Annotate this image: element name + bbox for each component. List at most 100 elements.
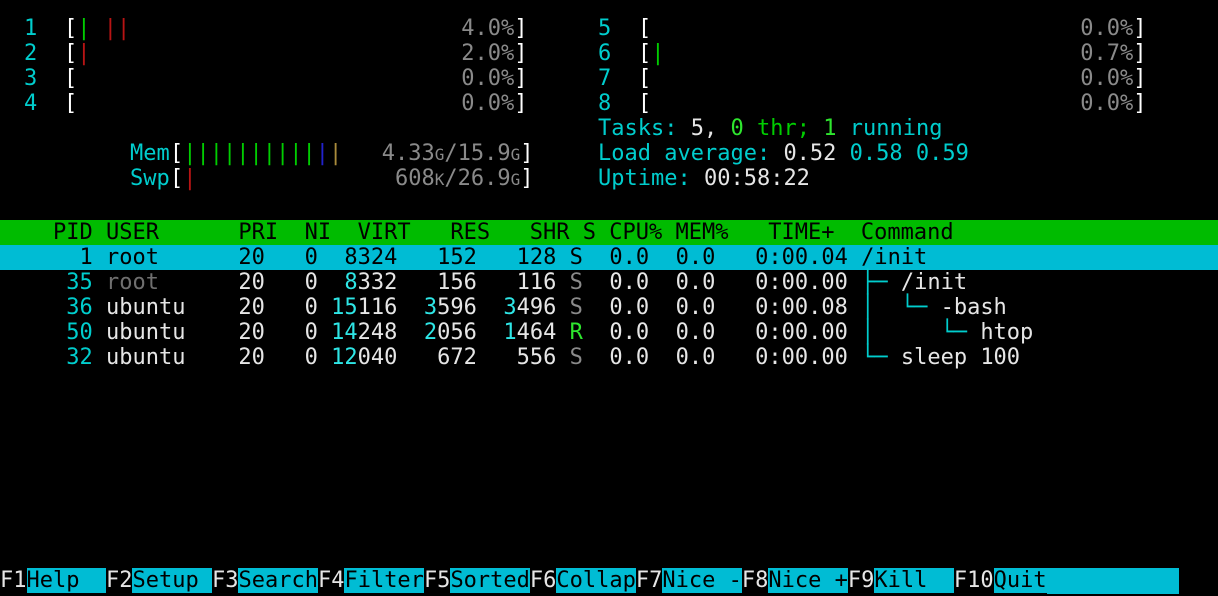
cell-tree-prefix: ├─ xyxy=(861,270,901,295)
table-row[interactable]: 1 root 20 0 8324 152 128 S 0.0 0.0 0:00.… xyxy=(0,245,1218,270)
value-low: 248 xyxy=(357,320,398,345)
cpu-meter-value: 0.0% xyxy=(1080,91,1134,116)
cpu-meter-bar: 0.0% xyxy=(651,66,1133,91)
cell-virt: 8332 xyxy=(331,270,397,295)
function-key-f10[interactable]: F10 xyxy=(953,568,994,593)
cell-pri: 20 xyxy=(225,320,265,345)
value-low: 596 xyxy=(437,295,477,320)
cpu-meter-row-2[interactable]: 2 [| 2.0%] xyxy=(24,41,584,66)
cpu-meter-label: 6 xyxy=(598,41,612,66)
cell-pri: 20 xyxy=(225,345,265,370)
cell-tree-prefix: └─ xyxy=(861,345,901,370)
swap-bar-fill: | xyxy=(183,166,196,191)
load-average-15min: 0.59 xyxy=(915,141,969,166)
cpu-meter-bar: | || 4.0% xyxy=(77,16,514,41)
cpu-meter-row-5[interactable]: 5 [0.0%] xyxy=(598,16,1198,41)
function-key-f1[interactable]: F1 xyxy=(0,568,27,593)
function-label-f5[interactable]: Sorted xyxy=(450,568,530,593)
cpu-meter-value: 2.0% xyxy=(461,41,515,66)
function-label-f3[interactable]: Search xyxy=(238,568,318,593)
function-key-f4[interactable]: F4 xyxy=(317,568,345,593)
cell-shr: 1464 xyxy=(490,320,556,345)
function-key-f9[interactable]: F9 xyxy=(847,568,875,593)
swap-meter-row[interactable]: Swp[| 608K/26.9G] xyxy=(24,141,584,191)
cpu-meter-row-8[interactable]: 8 [0.0%] xyxy=(598,91,1198,116)
cell-state: S xyxy=(569,270,583,295)
bracket-open-icon: [ xyxy=(169,166,184,191)
load-average-5min: 0.58 xyxy=(849,141,903,166)
function-key-f6[interactable]: F6 xyxy=(529,568,557,593)
value-high: 2 xyxy=(423,320,438,345)
cpu-meter-bar: 0.0% xyxy=(651,16,1133,41)
table-row[interactable]: 32 ubuntu 20 0 12040 672 556 S 0.0 0.0 0… xyxy=(0,345,1218,370)
cell-ni: 0 xyxy=(264,245,318,270)
function-key-f8[interactable]: F8 xyxy=(741,568,769,593)
value-high: 14 xyxy=(331,320,358,345)
cell-pid: 36 xyxy=(0,295,93,320)
function-label-f10[interactable]: Quit xyxy=(993,568,1047,593)
value-high: 12 xyxy=(331,345,358,370)
load-average-row: Load average: 0.52 0.58 0.59 xyxy=(598,141,1198,166)
cell-cpu: 0.0 xyxy=(582,320,650,345)
cpu-meter-label: 3 xyxy=(24,66,38,91)
cpu-meter-value: 0.0% xyxy=(1080,66,1134,91)
cell-command: htop xyxy=(980,320,1034,345)
cpu-meter-value: 4.0% xyxy=(461,16,515,41)
cpu-meter-row-6[interactable]: 6 [| 0.7%] xyxy=(598,41,1198,66)
cpu-bar-fill: | xyxy=(651,41,664,66)
table-row[interactable]: 36 ubuntu 20 0 15116 3596 3496 S 0.0 0.0… xyxy=(0,295,1218,320)
cell-mem: 0.0 xyxy=(649,245,716,270)
threads-word: thr; xyxy=(756,116,810,141)
bracket-close-icon: ] xyxy=(514,16,528,41)
cell-cpu: 0.0 xyxy=(582,245,650,270)
value-low: 040 xyxy=(357,345,398,370)
cpu-meter-row-4[interactable]: 4 [0.0%] xyxy=(24,91,584,116)
function-label-f6[interactable]: Collap xyxy=(556,568,636,593)
cell-time: 0:00.00 xyxy=(715,345,848,370)
function-label-f8[interactable]: Nice + xyxy=(768,568,848,593)
cpu-bar-fill: | xyxy=(77,41,90,66)
cpu-meter-row-1[interactable]: 1[| || 4.0%] xyxy=(24,16,584,41)
bracket-close-icon: ] xyxy=(514,66,528,91)
cell-mem: 0.0 xyxy=(649,270,716,295)
cpu-meter-label: 1 xyxy=(24,16,38,41)
htop-terminal-screen: 1[| || 4.0%] 2[| 2.0%] 3[0.0%] 4[0.0%] Mem[||… xyxy=(0,0,1218,596)
process-table-header[interactable]: PID USER PRI NI VIRT RES SHR S CPU% MEM%… xyxy=(0,220,1218,245)
bracket-open-icon: [ xyxy=(64,41,78,66)
cpu-meter-value: 0.0% xyxy=(461,91,515,116)
function-key-f5[interactable]: F5 xyxy=(423,568,451,593)
cell-pid: 1 xyxy=(0,245,93,270)
cpu-meter-list-left: 1[| || 4.0%] 2[| 2.0%] 3[0.0%] 4[0.0%] xyxy=(24,16,584,116)
meter-bar-segment: | xyxy=(117,16,131,41)
function-label-f4[interactable]: Filter xyxy=(344,568,424,593)
process-table: PID USER PRI NI VIRT RES SHR S CPU% MEM%… xyxy=(0,220,1218,370)
function-label-f7[interactable]: Nice - xyxy=(662,568,742,593)
cpu-meter-bar: 0.0% xyxy=(77,66,514,91)
table-row[interactable]: 35 root 20 0 8332 156 116 S 0.0 0.0 0:00… xyxy=(0,270,1218,295)
cell-res: 672 xyxy=(411,345,477,370)
cell-state: S xyxy=(569,345,583,370)
cell-state: S xyxy=(569,245,583,270)
bracket-close-icon: ] xyxy=(520,166,534,191)
meter-column-left: 1[| || 4.0%] 2[| 2.0%] 3[0.0%] 4[0.0%] Mem[||… xyxy=(24,16,584,191)
cell-shr: 3496 xyxy=(490,295,556,320)
function-key-f2[interactable]: F2 xyxy=(105,568,133,593)
cpu-meter-label: 5 xyxy=(598,16,612,41)
cpu-meter-bar: | 2.0% xyxy=(77,41,514,66)
value-low: 672 xyxy=(437,345,477,370)
swap-meter-label: Swp xyxy=(129,166,170,191)
value-low: 056 xyxy=(437,320,477,345)
swap-meter-value: 608K/26.9G xyxy=(394,166,521,191)
bracket-close-icon: ] xyxy=(1133,16,1147,41)
cell-virt: 12040 xyxy=(331,345,397,370)
function-label-f2[interactable]: Setup xyxy=(132,568,212,593)
cell-ni: 0 xyxy=(264,320,318,345)
function-key-f3[interactable]: F3 xyxy=(211,568,239,593)
function-label-f1[interactable]: Help xyxy=(26,568,106,593)
function-label-f9[interactable]: Kill xyxy=(874,568,954,593)
function-key-f7[interactable]: F7 xyxy=(635,568,663,593)
memory-meter-row[interactable]: Mem[|||||||||||| 4.33G/15.9G] xyxy=(24,116,584,166)
cpu-meter-row-3[interactable]: 3 [0.0%] xyxy=(24,66,584,91)
table-row[interactable]: 50 ubuntu 20 0 14248 2056 1464 R 0.0 0.0… xyxy=(0,320,1218,345)
cpu-meter-row-7[interactable]: 7 [0.0%] xyxy=(598,66,1198,91)
